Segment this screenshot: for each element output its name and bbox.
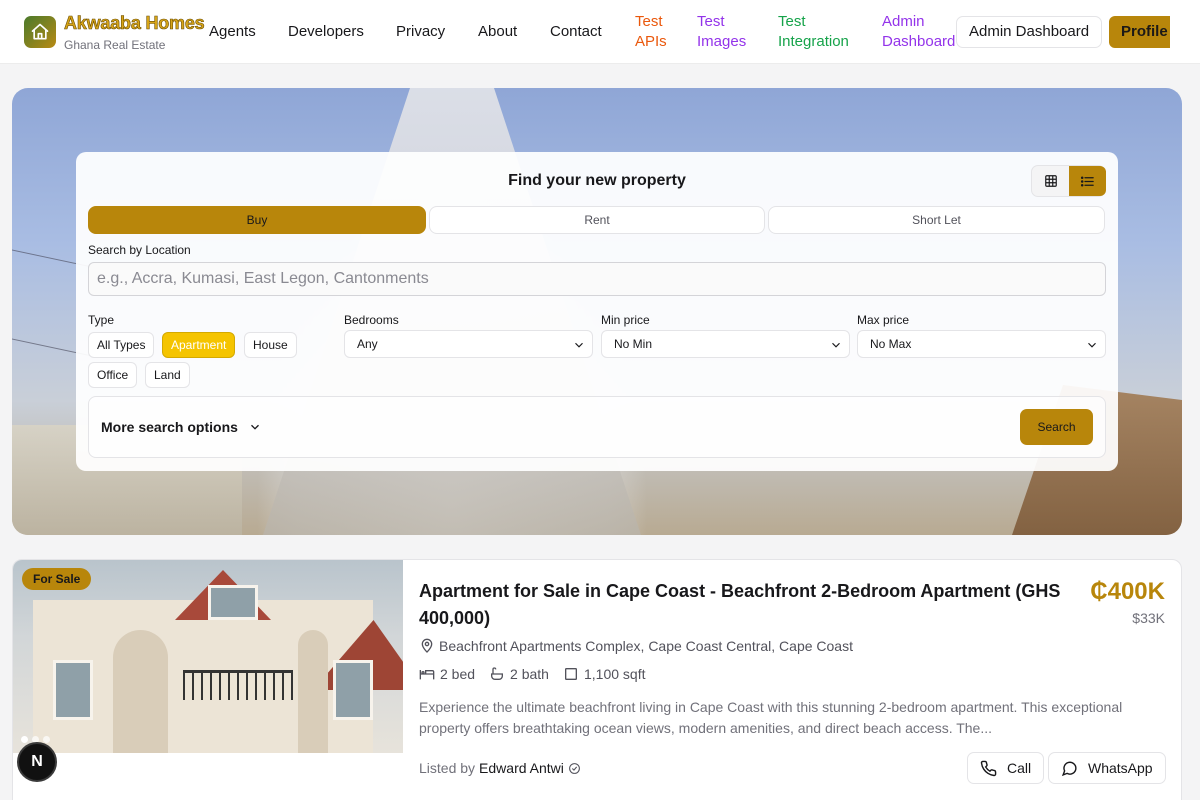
chevron-down-icon	[1088, 342, 1096, 348]
bed-icon	[419, 670, 435, 680]
listing-specs: 2 bed 2 bath 1,100 sqft	[419, 666, 645, 682]
type-chip-office[interactable]: Office	[88, 362, 138, 388]
type-chip-all[interactable]: All Types	[88, 332, 155, 358]
photo-window	[53, 660, 93, 720]
type-chip-apartment[interactable]: Apartment	[162, 332, 236, 358]
bedrooms-select[interactable]: Any	[344, 330, 593, 358]
agent-name[interactable]: Edward Antwi	[479, 760, 564, 776]
tab-buy[interactable]: Buy	[88, 206, 426, 234]
spec-area-text: 1,100 sqft	[583, 666, 646, 682]
call-button[interactable]: Call	[967, 752, 1045, 784]
spec-beds-text: 2 bed	[440, 666, 476, 682]
listing-location: Beachfront Apartments Complex, Cape Coas…	[419, 638, 853, 654]
listing-price: ₵400K	[1090, 578, 1165, 605]
tab-rent[interactable]: Rent	[429, 206, 765, 234]
photo-window	[333, 660, 373, 720]
carousel-dot-1[interactable]	[21, 736, 28, 743]
whatsapp-button-label: WhatsApp	[1088, 760, 1153, 776]
spec-beds: 2 bed	[419, 666, 475, 682]
chevron-down-icon	[575, 342, 583, 348]
min-price-label: Min price	[601, 313, 650, 327]
nav-link-test-integration[interactable]: Test Integration	[778, 12, 868, 52]
max-price-select[interactable]: No Max	[857, 330, 1106, 358]
chevron-down-icon	[250, 424, 259, 430]
nav-link-developers[interactable]: Developers	[288, 22, 364, 42]
listing-photo[interactable]: For Sale	[13, 560, 403, 753]
location-search-input[interactable]	[88, 262, 1106, 296]
nav-link-test-images[interactable]: Test Images	[697, 12, 787, 52]
tab-short-let[interactable]: Short Let	[768, 206, 1105, 234]
min-price-select[interactable]: No Min	[601, 330, 850, 358]
brand-name[interactable]: Akwaaba Homes	[64, 13, 205, 34]
carousel-dot-3[interactable]	[43, 736, 50, 743]
chevron-down-icon	[832, 342, 840, 348]
home-logo-icon[interactable]	[24, 16, 56, 48]
grid-view-button[interactable]	[1032, 166, 1069, 196]
photo-arch	[113, 630, 168, 753]
spec-baths: 2 bath	[489, 666, 549, 682]
top-navbar: Akwaaba Homes Ghana Real Estate Agents D…	[0, 0, 1200, 64]
nav-link-contact[interactable]: Contact	[550, 22, 602, 42]
listed-by-label: Listed by	[419, 760, 476, 776]
nav-link-about[interactable]: About	[478, 22, 517, 42]
type-label: Type	[88, 313, 115, 327]
spec-area: 1,100 sqft	[563, 666, 646, 682]
nav-link-test-integration-line1: Test	[778, 13, 806, 30]
nav-link-agents[interactable]: Agents	[209, 22, 256, 42]
nav-link-privacy[interactable]: Privacy	[396, 22, 445, 42]
map-pin-icon	[421, 638, 433, 653]
profile-button[interactable]: Profile	[1109, 16, 1170, 48]
photo-arch	[298, 630, 328, 753]
verified-icon	[568, 762, 580, 774]
view-toggle	[1031, 165, 1106, 197]
list-view-button[interactable]	[1069, 166, 1106, 196]
call-button-label: Call	[1007, 760, 1032, 776]
listing-location-text: Beachfront Apartments Complex, Cape Coas…	[439, 638, 853, 654]
grid-icon	[1044, 175, 1057, 187]
listing-price-usd: $33K	[1132, 610, 1165, 626]
nav-link-test-images-line2: Images	[697, 33, 747, 50]
brand-subtitle: Ghana Real Estate	[64, 38, 166, 52]
square-icon	[564, 668, 577, 680]
type-chip-house[interactable]: House	[244, 332, 297, 358]
more-options-label: More search options	[101, 419, 238, 435]
more-options-toggle[interactable]: More search options	[101, 419, 262, 435]
more-options-panel: More search options	[88, 396, 1106, 458]
bath-icon	[491, 667, 504, 680]
listing-description: Experience the ultimate beachfront livin…	[419, 699, 1123, 736]
min-price-value: No Min	[614, 337, 653, 351]
whatsapp-button[interactable]: WhatsApp	[1048, 752, 1166, 784]
location-label: Search by Location	[88, 243, 191, 257]
type-chip-land[interactable]: Land	[145, 362, 190, 388]
phone-icon	[980, 760, 997, 776]
bedrooms-value: Any	[357, 337, 378, 351]
admin-dashboard-button[interactable]: Admin Dashboard	[956, 16, 1103, 48]
listing-card[interactable]: For Sale Apartment for Sale in Cape Coas…	[12, 559, 1182, 800]
search-button[interactable]: Search	[1020, 409, 1093, 445]
listing-title[interactable]: Apartment for Sale in Cape Coast - Beach…	[419, 578, 1079, 632]
listed-by: Listed by Edward Antwi	[419, 760, 581, 776]
spec-baths-text: 2 bath	[510, 666, 549, 682]
dev-indicator-badge[interactable]: N	[17, 742, 57, 782]
list-icon	[1080, 176, 1094, 186]
max-price-value: No Max	[870, 337, 912, 351]
nav-link-test-images-line1: Test	[697, 13, 725, 30]
search-title: Find your new property	[508, 172, 686, 189]
for-sale-badge: For Sale	[22, 568, 92, 590]
max-price-label: Max price	[857, 313, 910, 327]
photo-window	[208, 585, 258, 620]
message-circle-icon	[1061, 761, 1077, 776]
nav-link-test-integration-line2: Integration	[778, 33, 849, 50]
bedrooms-label: Bedrooms	[344, 313, 399, 327]
photo-balcony-rail	[183, 670, 293, 700]
